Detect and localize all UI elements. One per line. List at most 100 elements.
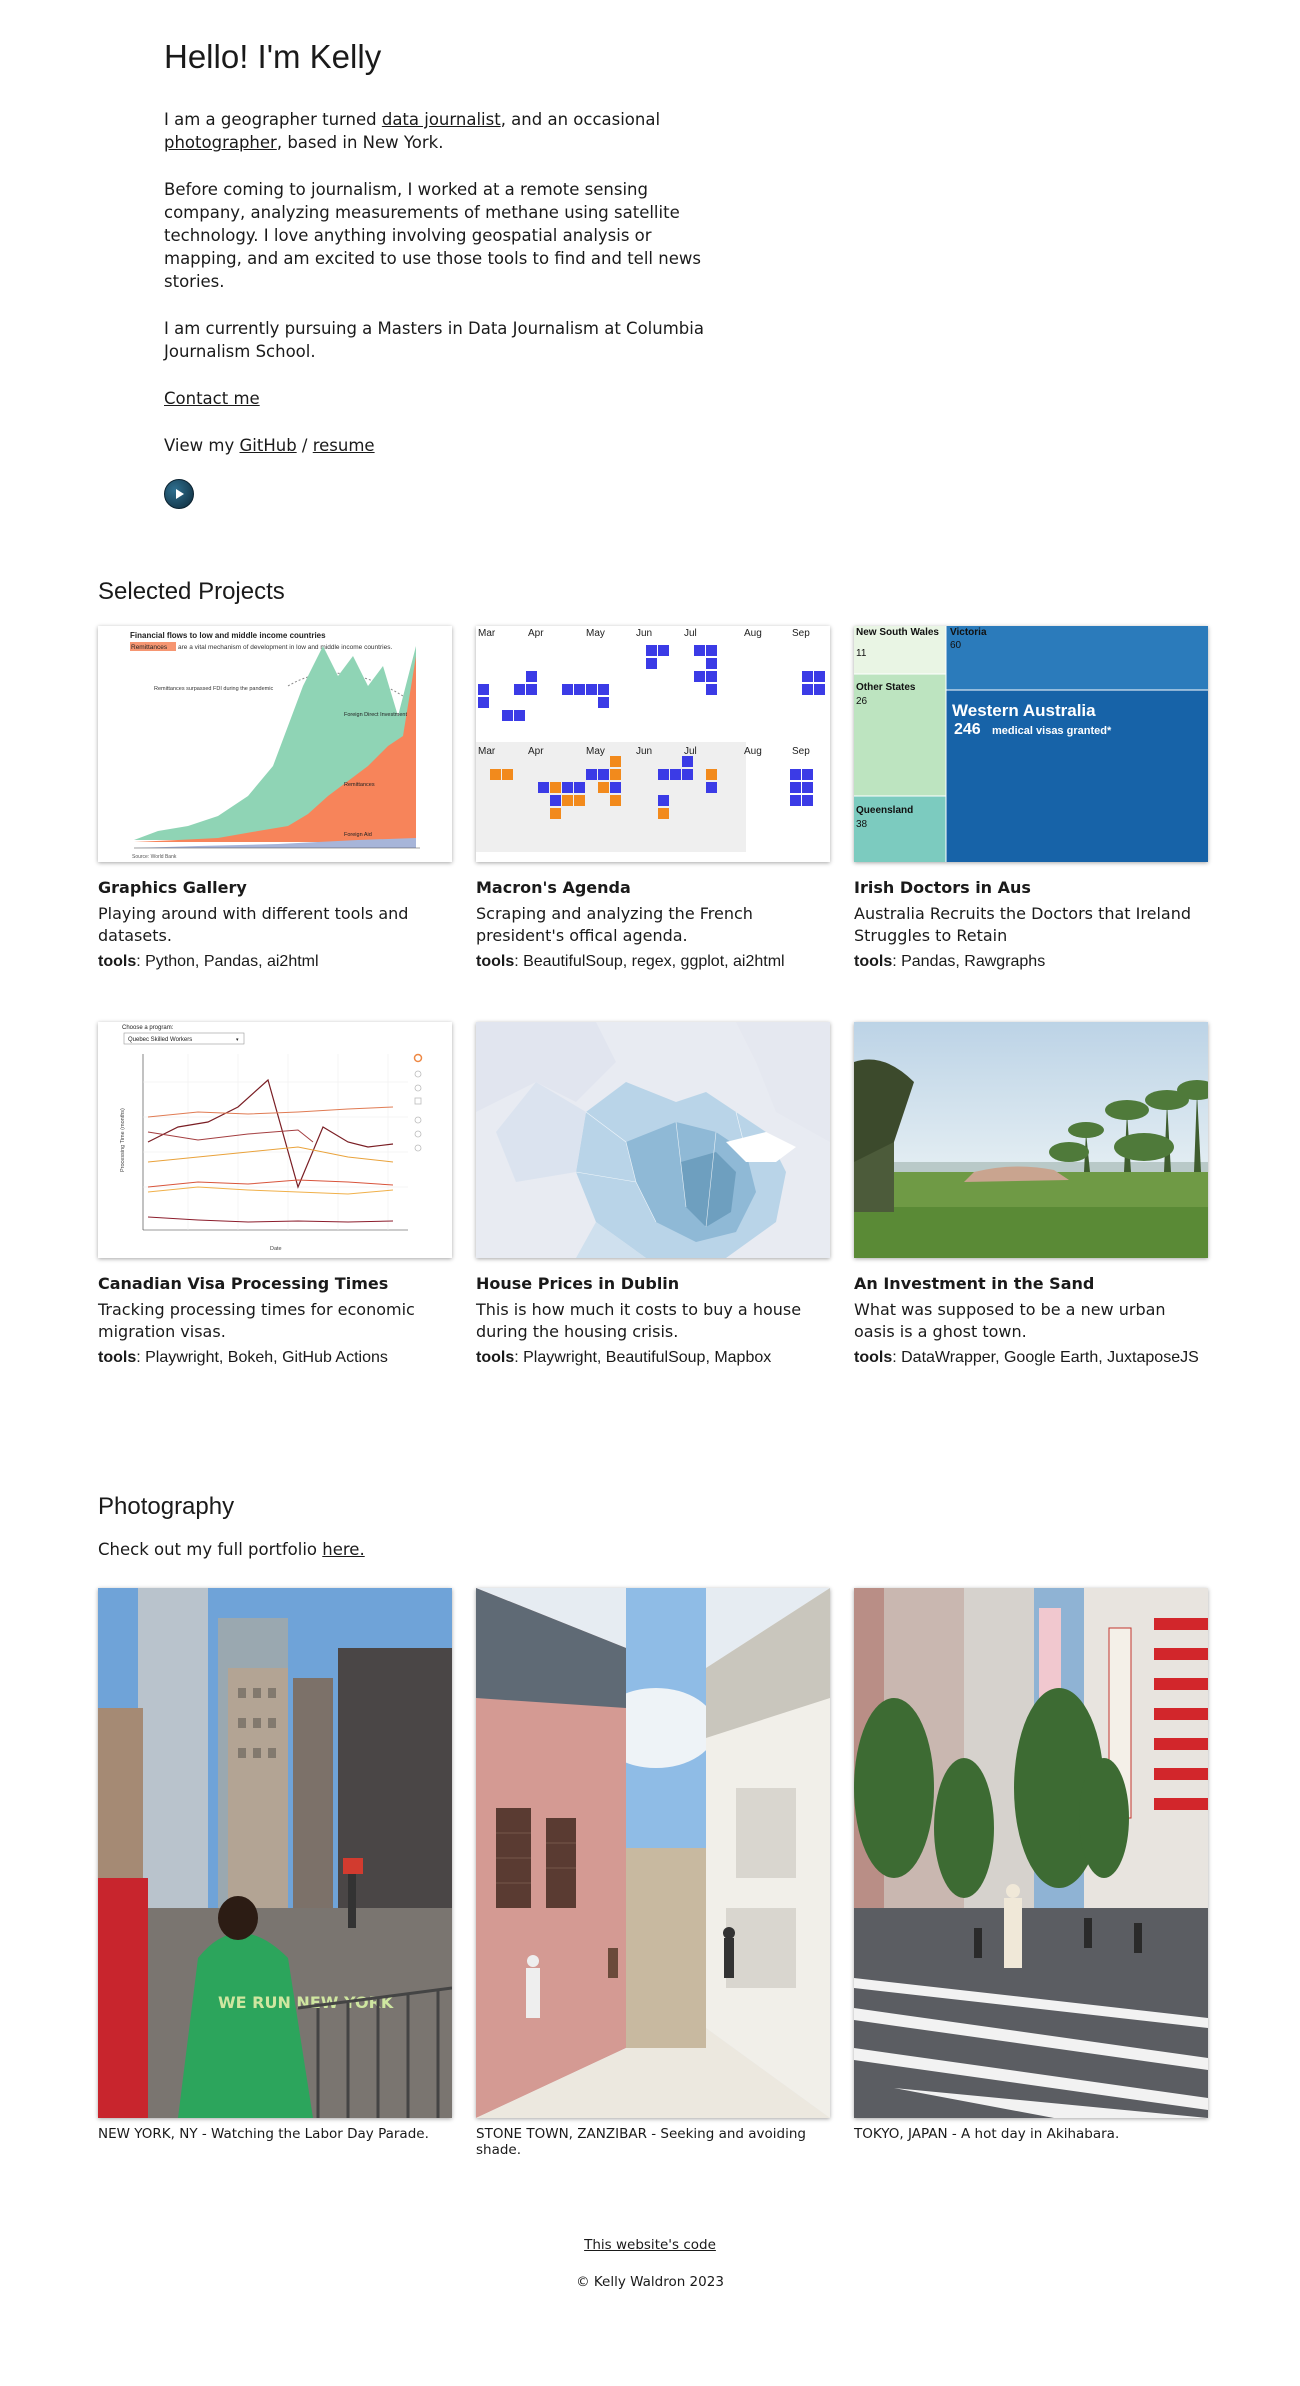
contact-row: Contact me: [164, 387, 724, 410]
photo-card-stone-town: STONE TOWN, ZANZIBAR - Seeking and avoid…: [476, 1588, 830, 2158]
treemap-label-nsw: New South Wales: [856, 627, 939, 638]
calendar-cell: [706, 645, 717, 656]
calendar-cell: [706, 684, 717, 695]
project-title[interactable]: Graphics Gallery: [98, 878, 452, 897]
project-card-macrons-agenda[interactable]: Mar Apr May Jun Jul Aug Sep Mar Apr May Jun Jul Aug S…: [476, 626, 830, 971]
month-label: Mar: [478, 746, 496, 757]
calendar-cell: [550, 808, 561, 819]
project-thumbnail[interactable]: New South Wales 11 Victoria 60 Other Sta…: [854, 626, 1208, 862]
beach-park-photo-thumbnail: [854, 1022, 1208, 1258]
projects-grid-row-1: Financial flows to low and middle income…: [98, 626, 1208, 971]
tools-list: : Playwright, Bokeh, GitHub Actions: [136, 1349, 388, 1366]
intro-text: , and an occasional: [500, 110, 661, 129]
page-heading: Hello! I'm Kelly: [164, 38, 382, 75]
treemap-label-other: Other States: [856, 682, 916, 693]
month-label: Jul: [684, 628, 697, 639]
calendar-cell: [706, 769, 717, 780]
treemap-value-other: 26: [856, 696, 868, 707]
calendar-cell: [670, 769, 681, 780]
thumb-source: Source: World Bank: [132, 854, 177, 860]
calendar-cell: [790, 769, 801, 780]
project-tools: tools: Python, Pandas, ai2html: [98, 953, 452, 971]
calendar-cell: [562, 684, 573, 695]
calendar-cell: [502, 769, 513, 780]
calendar-cell: [502, 710, 513, 721]
tools-label: tools: [854, 953, 893, 970]
photo-tokyo[interactable]: [854, 1588, 1208, 2118]
treemap-value-vic: 60: [950, 640, 962, 651]
thumb-label-aid: Foreign Aid: [344, 832, 372, 838]
project-card-investment-in-sand[interactable]: An Investment in the Sand What was suppo…: [854, 1022, 1208, 1367]
calendar-cell: [646, 645, 657, 656]
project-description: Tracking processing times for economic m…: [98, 1300, 415, 1341]
photo-caption: NEW YORK, NY - Watching the Labor Day Pa…: [98, 2126, 429, 2142]
intro-paragraph-1: I am a geographer turned data journalist…: [164, 108, 724, 154]
calendar-cell: [526, 684, 537, 695]
intro-text: I am a geographer turned: [164, 110, 382, 129]
footer-code-row: This website's code: [0, 2237, 1300, 2253]
project-tools: tools: Pandas, Rawgraphs: [854, 953, 1208, 971]
calendar-cell: [658, 769, 669, 780]
calendar-cell: [682, 769, 693, 780]
intro-text: , based in New York.: [276, 133, 444, 152]
project-card-irish-doctors[interactable]: New South Wales 11 Victoria 60 Other Sta…: [854, 626, 1208, 971]
github-link[interactable]: GitHub: [239, 436, 296, 455]
photo-grid: WE RUN NEW YORK NEW YORK, NY - Watching …: [98, 1588, 1208, 2158]
links-separator: /: [296, 436, 313, 455]
photographer-link[interactable]: photographer: [164, 133, 277, 152]
projects-grid-row-2: Choose a program: Quebec Skilled Workers…: [98, 1022, 1208, 1367]
thumb-xlabel: Date: [270, 1246, 282, 1252]
financial-flows-chart-thumbnail: Financial flows to low and middle income…: [98, 626, 452, 862]
links-prefix: View my: [164, 436, 240, 455]
project-card-canadian-visa[interactable]: Choose a program: Quebec Skilled Workers…: [98, 1022, 452, 1367]
project-description: This is how much it costs to buy a house…: [476, 1300, 802, 1341]
calendar-cell: [514, 710, 525, 721]
month-label: Aug: [744, 746, 762, 757]
project-thumbnail[interactable]: Choose a program: Quebec Skilled Workers…: [98, 1022, 452, 1258]
play-icon: [176, 489, 184, 499]
project-title[interactable]: Macron's Agenda: [476, 878, 830, 897]
project-thumbnail[interactable]: Mar Apr May Jun Jul Aug Sep Mar Apr May Jun Jul Aug S…: [476, 626, 830, 862]
links-row: View my GitHub / resume: [164, 434, 724, 457]
month-label: Jun: [636, 628, 652, 639]
thumb-note: Remittances surpassed FDI during the pan…: [154, 686, 273, 692]
contact-link[interactable]: Contact me: [164, 389, 260, 408]
project-description: Scraping and analyzing the French presid…: [476, 904, 753, 945]
calendar-cell: [610, 782, 621, 793]
calendar-cell: [814, 684, 825, 695]
tools-label: tools: [476, 1349, 515, 1366]
thumb-ylabel: Processing Time (months): [120, 1108, 126, 1172]
calendar-cell: [586, 769, 597, 780]
photo-caption: TOKYO, JAPAN - A hot day in Akihabara.: [854, 2126, 1120, 2142]
project-card-graphics-gallery[interactable]: Financial flows to low and middle income…: [98, 626, 452, 971]
tools-list: : Python, Pandas, ai2html: [136, 953, 319, 970]
calendar-cell: [694, 645, 705, 656]
calendar-cell: [598, 782, 609, 793]
project-thumbnail[interactable]: [854, 1022, 1208, 1258]
project-thumbnail[interactable]: Financial flows to low and middle income…: [98, 626, 452, 862]
project-title[interactable]: Irish Doctors in Aus: [854, 878, 1208, 897]
project-thumbnail[interactable]: [476, 1022, 830, 1258]
portfolio-link[interactable]: here.: [322, 1540, 364, 1559]
calendar-cell: [574, 684, 585, 695]
calendar-cell: [658, 645, 669, 656]
thumb-label-fdi: Foreign Direct Investment: [344, 712, 407, 718]
project-title[interactable]: House Prices in Dublin: [476, 1274, 830, 1293]
website-code-link[interactable]: This website's code: [584, 2237, 716, 2253]
photo-card-new-york: WE RUN NEW YORK NEW YORK, NY - Watching …: [98, 1588, 452, 2158]
month-label: Apr: [528, 746, 544, 757]
project-title[interactable]: Canadian Visa Processing Times: [98, 1274, 452, 1293]
calendar-cell: [478, 684, 489, 695]
project-card-dublin-house-prices[interactable]: House Prices in Dublin This is how much …: [476, 1022, 830, 1367]
calendar-cell: [802, 671, 813, 682]
photo-stone-town[interactable]: [476, 1588, 830, 2118]
photo-caption: STONE TOWN, ZANZIBAR - Seeking and avoid…: [476, 2126, 806, 2158]
play-button[interactable]: [164, 479, 194, 509]
photo-new-york[interactable]: WE RUN NEW YORK: [98, 1588, 452, 2118]
tools-label: tools: [476, 953, 515, 970]
calendar-cell: [658, 808, 669, 819]
resume-link[interactable]: resume: [313, 436, 375, 455]
project-title[interactable]: An Investment in the Sand: [854, 1274, 1208, 1293]
month-label: May: [586, 746, 605, 757]
data-journalist-link[interactable]: data journalist: [382, 110, 501, 129]
